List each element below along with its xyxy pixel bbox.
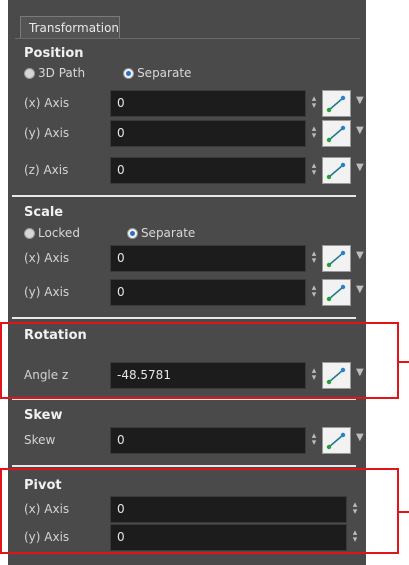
section-divider	[12, 317, 356, 319]
function-curve-icon	[326, 432, 346, 450]
position-z-input[interactable]: 0	[110, 157, 306, 184]
section-title-position: Position	[24, 46, 84, 61]
spinner-arrows-icon[interactable]: ▴ ▾	[310, 284, 318, 300]
function-curve-icon	[326, 250, 346, 268]
position-y-row: (y) Axis 0 ▴ ▾ ▼	[24, 120, 364, 148]
function-curve-button[interactable]	[322, 120, 351, 147]
radio-separate[interactable]: Separate	[123, 66, 191, 80]
function-curve-button[interactable]	[322, 90, 351, 117]
spinner-arrows-icon[interactable]: ▴ ▾	[310, 162, 318, 178]
function-curve-button[interactable]	[322, 157, 351, 184]
radio-label: Separate	[140, 226, 196, 240]
field-label: (z) Axis	[24, 163, 69, 177]
scale-x-row: (x) Axis 0 ▴ ▾ ▼	[24, 245, 364, 273]
rotation-highlight-frame	[0, 322, 399, 399]
radio-separate[interactable]: Separate	[126, 226, 196, 240]
scale-y-row: (y) Axis 0 ▴ ▾ ▼	[24, 279, 364, 307]
function-curve-icon	[326, 284, 346, 302]
spinner-arrows-icon[interactable]: ▴ ▾	[310, 95, 318, 111]
field-label: (x) Axis	[24, 251, 70, 265]
field-label: (y) Axis	[24, 285, 70, 299]
section-title-scale: Scale	[24, 205, 64, 220]
chevron-down-icon[interactable]: ▼	[356, 162, 364, 173]
chevron-down-icon[interactable]: ▼	[356, 432, 364, 443]
spinner-arrows-icon[interactable]: ▴ ▾	[310, 432, 318, 448]
chevron-down-icon[interactable]: ▼	[356, 250, 364, 261]
scale-x-input[interactable]: 0	[110, 245, 306, 272]
rotation-callout-line	[398, 361, 409, 363]
field-label: (y) Axis	[24, 126, 70, 140]
skew-row: Skew 0 ▴ ▾ ▼	[24, 427, 364, 455]
radio-off-icon	[24, 227, 35, 239]
tab-transformation[interactable]: Transformation	[20, 16, 120, 38]
function-curve-icon	[326, 95, 346, 113]
skew-input[interactable]: 0	[110, 427, 306, 454]
position-y-input[interactable]: 0	[110, 120, 306, 147]
field-label: (x) Axis	[24, 96, 70, 110]
scale-mode-radios: Locked Separate	[24, 224, 195, 242]
section-title-skew: Skew	[24, 408, 63, 423]
position-x-row: (x) Axis 0 ▴ ▾ ▼	[24, 90, 364, 118]
section-divider	[12, 465, 356, 467]
function-curve-icon	[326, 125, 346, 143]
function-curve-button[interactable]	[322, 427, 351, 454]
function-curve-button[interactable]	[322, 245, 351, 272]
radio-selected-icon	[123, 67, 135, 79]
radio-label: Separate	[137, 66, 192, 80]
radio-label: 3D Path	[38, 66, 86, 80]
pivot-callout-line	[398, 511, 409, 513]
function-curve-icon	[326, 162, 346, 180]
spinner-arrows-icon[interactable]: ▴ ▾	[310, 250, 318, 266]
section-divider	[12, 195, 356, 197]
function-curve-button[interactable]	[322, 279, 351, 306]
radio-3d-path[interactable]: 3D Path	[24, 66, 85, 80]
chevron-down-icon[interactable]: ▼	[356, 95, 364, 106]
position-z-row: (z) Axis 0 ▴ ▾ ▼	[24, 157, 364, 185]
spinner-arrows-icon[interactable]: ▴ ▾	[310, 125, 318, 141]
radio-selected-icon	[126, 227, 138, 239]
position-x-input[interactable]: 0	[110, 90, 306, 117]
tab-divider	[15, 38, 360, 39]
chevron-down-icon[interactable]: ▼	[356, 284, 364, 295]
radio-label: Locked	[38, 226, 80, 240]
position-mode-radios: 3D Path Separate	[24, 64, 191, 82]
radio-locked[interactable]: Locked	[24, 226, 80, 240]
chevron-down-icon[interactable]: ▼	[356, 125, 364, 136]
radio-off-icon	[24, 67, 35, 79]
scale-y-input[interactable]: 0	[110, 279, 306, 306]
pivot-highlight-frame	[0, 468, 399, 554]
field-label: Skew	[24, 433, 56, 447]
